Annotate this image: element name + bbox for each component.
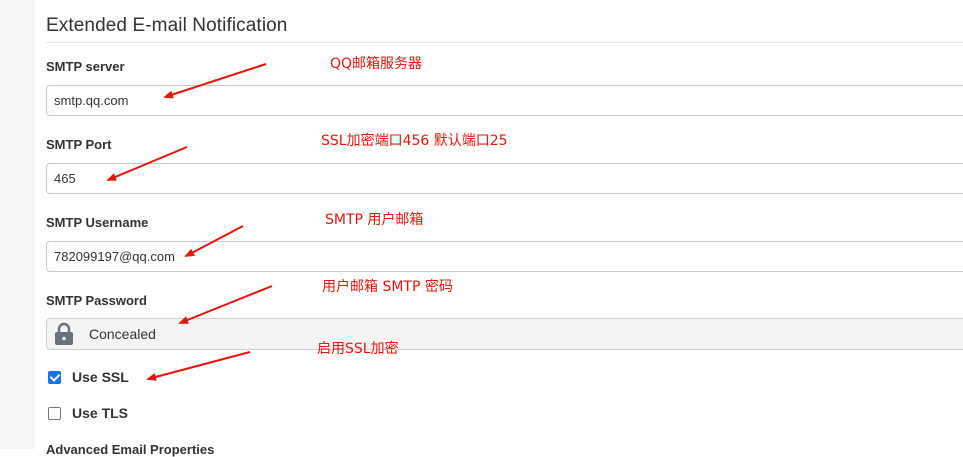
arrow-username	[184, 225, 244, 257]
arrow-ssl	[146, 351, 251, 381]
arrow-password	[178, 285, 273, 324]
arrow-server	[163, 63, 267, 99]
arrow-port	[106, 146, 188, 181]
annotation-arrows	[106, 63, 273, 381]
